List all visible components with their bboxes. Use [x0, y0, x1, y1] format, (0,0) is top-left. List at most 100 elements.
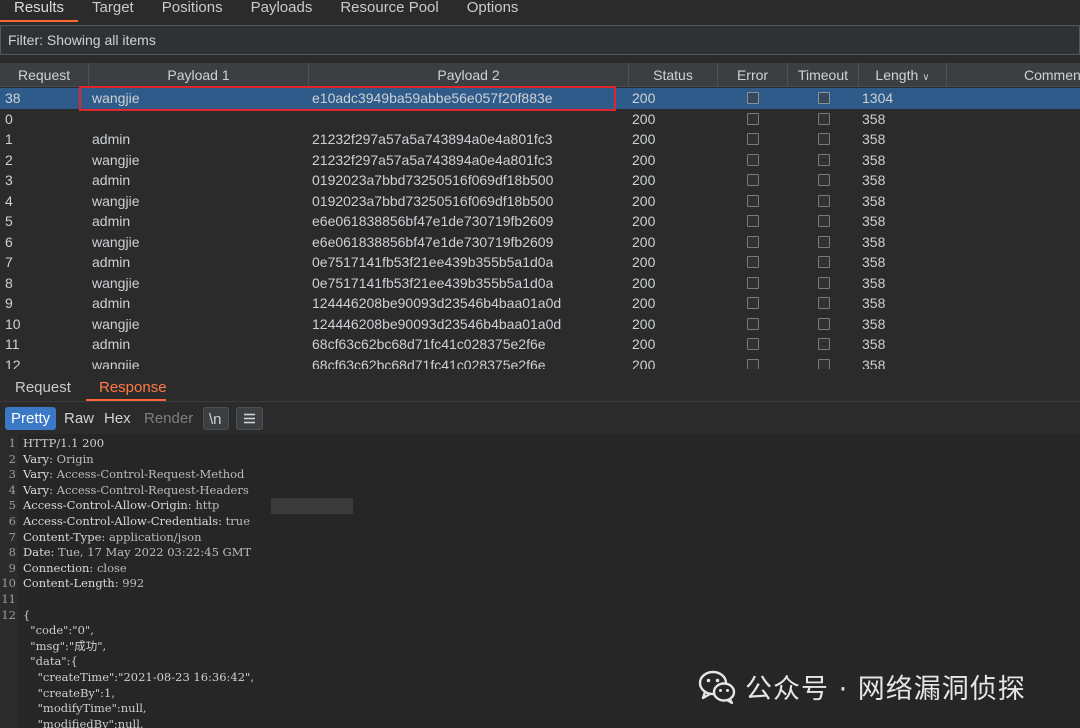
tab-target[interactable]: Target	[78, 0, 148, 22]
cell-payload1: wangjie	[92, 90, 140, 106]
cell-payload1: admin	[92, 254, 131, 270]
cell-request: 8	[5, 274, 13, 291]
table-row[interactable]: 9 admin 124446208be90093d23546b4baa01a0d 20…	[0, 293, 1080, 314]
header-value: Tue, 17 May 2022 03:22:45 GMT	[58, 545, 252, 560]
header-name: Date	[23, 545, 51, 560]
cell-length: 358	[862, 131, 886, 147]
header-separator: :	[49, 467, 57, 482]
timeout-checkbox	[818, 174, 830, 186]
tab-resource-pool[interactable]: Resource Pool	[326, 0, 452, 22]
response-line: "data":{	[23, 654, 78, 669]
column-header-payload2[interactable]: Payload 2	[309, 63, 629, 87]
table-row[interactable]: 2 wangjie 21232f297a57a5a743894a0e4a801fc3…	[0, 150, 1080, 171]
hex-button[interactable]: Hex	[98, 407, 137, 430]
error-checkbox	[747, 174, 759, 186]
pretty-button[interactable]: Pretty	[5, 407, 57, 430]
cell-request: 12	[5, 356, 21, 370]
hamburger-icon	[244, 413, 255, 424]
raw-button[interactable]: Raw	[58, 407, 100, 430]
cell-status: 200	[632, 315, 656, 332]
tab-response[interactable]: Response	[99, 379, 167, 396]
table-row[interactable]: 8 wangjie 0e7517141fb53f21ee439b355b5a1d0a…	[0, 273, 1080, 294]
column-header-request[interactable]: Request	[0, 63, 89, 87]
response-line: Connection: close	[23, 561, 127, 577]
table-row[interactable]: 1 admin 21232f297a57a5a743894a0e4a801fc3 20…	[0, 129, 1080, 150]
table-row[interactable]: 38 wangjie e10adc3949ba59abbe56e057f20f883…	[0, 88, 1080, 109]
cell-payload1: admin	[92, 213, 131, 229]
cell-payload2: e6e061838856bf47e1de730719fb2609	[312, 233, 554, 250]
column-header-error[interactable]: Error	[718, 63, 788, 87]
cell-status: 200	[632, 131, 656, 147]
cell-status: 200	[632, 192, 656, 209]
line-number: 7	[8, 529, 16, 544]
tab-options[interactable]: Options	[453, 0, 533, 22]
cell-request: 10	[5, 315, 21, 332]
error-checkbox	[747, 358, 759, 369]
cell-payload2: e10adc3949ba59abbe56e057f20f883e	[312, 90, 553, 106]
column-header-length[interactable]: Length ∨	[859, 63, 947, 87]
error-checkbox	[747, 112, 759, 125]
cell-length: 358	[862, 254, 886, 270]
table-row[interactable]: 0 200 358	[0, 109, 1080, 130]
table-header: Request Payload 1 Payload 2 Status Error…	[0, 63, 1080, 87]
response-line: Content-Type: application/json	[23, 530, 201, 546]
chevron-down-icon: ∨	[922, 72, 930, 83]
cell-status: 200	[632, 356, 656, 370]
error-checkbox	[747, 317, 759, 330]
table-row[interactable]: 12 wangjie 68cf63c62bc68d71fc41c028375e2f6…	[0, 355, 1080, 370]
table-row[interactable]: 11 admin 68cf63c62bc68d71fc41c028375e2f6e 2…	[0, 334, 1080, 355]
table-row[interactable]: 3 admin 0192023a7bbd73250516f069df18b500 20…	[0, 170, 1080, 191]
table-row[interactable]: 7 admin 0e7517141fb53f21ee439b355b5a1d0a 20…	[0, 252, 1080, 273]
filter-text: Filter: Showing all items	[8, 32, 156, 48]
cell-payload2: 21232f297a57a5a743894a0e4a801fc3	[312, 131, 553, 147]
table-row[interactable]: 10 wangjie 124446208be90093d23546b4baa01a0…	[0, 314, 1080, 335]
column-header-timeout[interactable]: Timeout	[788, 63, 859, 87]
redacted-region	[271, 498, 353, 514]
column-header-status[interactable]: Status	[629, 63, 718, 87]
response-line: Date: Tue, 17 May 2022 03:22:45 GMT	[23, 545, 251, 561]
response-line: "modifiedBy":null,	[23, 716, 144, 728]
column-header-comment[interactable]: Comment	[947, 63, 1080, 87]
response-line: Content-Length: 992	[23, 576, 144, 592]
results-table: Request Payload 1 Payload 2 Status Error…	[0, 63, 1080, 369]
cell-request: 9	[5, 295, 13, 311]
cell-length: 358	[862, 274, 886, 291]
cell-payload2: 0192023a7bbd73250516f069df18b500	[312, 172, 554, 188]
cell-payload2: 68cf63c62bc68d71fc41c028375e2f6e	[312, 336, 546, 352]
timeout-checkbox	[818, 153, 830, 166]
tab-positions[interactable]: Positions	[148, 0, 237, 22]
cell-length: 358	[862, 295, 886, 311]
cell-request: 2	[5, 151, 13, 168]
table-row[interactable]: 6 wangjie e6e061838856bf47e1de730719fb2609…	[0, 232, 1080, 253]
cell-status: 200	[632, 254, 656, 270]
newline-toggle-button[interactable]: \n	[203, 407, 229, 430]
line-number: 6	[8, 514, 16, 528]
line-number: 12	[1, 607, 16, 622]
detail-tab-bar: Request Response	[0, 372, 1080, 402]
header-separator: :	[89, 560, 97, 575]
render-button[interactable]: Render	[138, 407, 199, 430]
tab-request[interactable]: Request	[15, 379, 71, 396]
filter-bar[interactable]: Filter: Showing all items	[0, 25, 1080, 55]
cell-payload2: 0e7517141fb53f21ee439b355b5a1d0a	[312, 254, 554, 270]
tab-payloads[interactable]: Payloads	[237, 0, 327, 22]
column-header-payload1[interactable]: Payload 1	[89, 63, 309, 87]
tab-results[interactable]: Results	[0, 0, 79, 22]
table-row[interactable]: 4 wangjie 0192023a7bbd73250516f069df18b500…	[0, 191, 1080, 212]
cell-payload1: wangjie	[92, 151, 140, 168]
cell-status: 200	[632, 151, 656, 168]
error-checkbox	[747, 153, 759, 166]
line-number: 5	[8, 498, 16, 513]
header-value: http	[195, 498, 220, 513]
cell-status: 200	[632, 295, 656, 311]
wechat-icon	[698, 670, 736, 705]
table-row[interactable]: 5 admin e6e061838856bf47e1de730719fb2609 20…	[0, 211, 1080, 232]
header-name: Vary	[23, 451, 50, 466]
response-line: Access-Control-Allow-Origin: http om	[23, 498, 299, 514]
cell-payload2: 124446208be90093d23546b4baa01a0d	[312, 295, 562, 311]
timeout-checkbox	[818, 194, 830, 207]
response-line: Vary: Access-Control-Request-Headers	[23, 483, 249, 499]
menu-button[interactable]	[236, 407, 263, 430]
header-value: application/json	[108, 529, 202, 544]
cell-payload1: wangjie	[92, 233, 140, 250]
